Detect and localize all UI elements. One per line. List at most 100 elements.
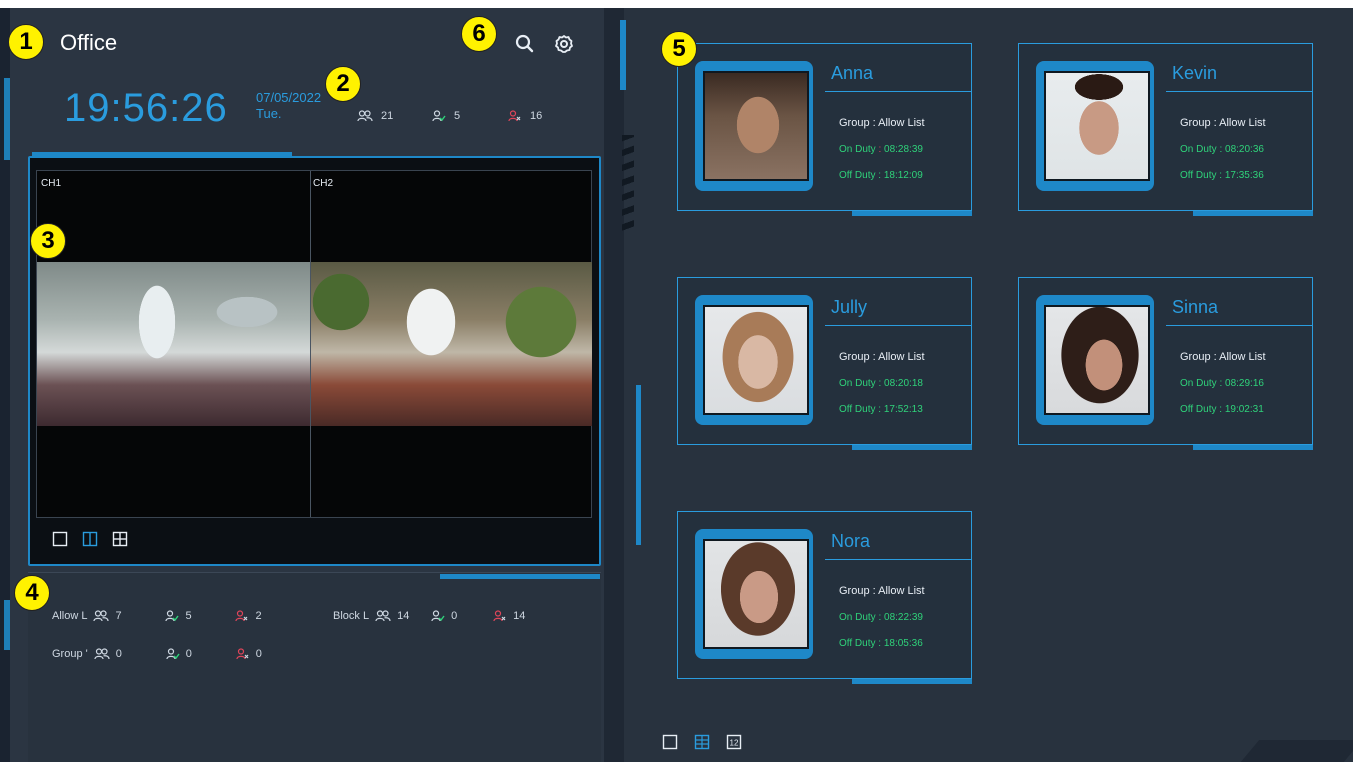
search-icon[interactable] [514, 33, 536, 55]
off-duty-label: Off Duty [839, 404, 876, 415]
channel-label-1: CH1 [41, 178, 62, 189]
off-duty-label: Off Duty [839, 638, 876, 649]
off-duty-time: 19:02:31 [1224, 404, 1264, 415]
person-allow-icon [166, 648, 180, 660]
callout-3: 3 [30, 223, 66, 259]
face-photo [703, 305, 809, 415]
on-duty-time: 08:20:18 [884, 378, 923, 389]
stats-accent [440, 574, 600, 579]
camera-feed-ch2[interactable] [311, 262, 592, 426]
block-list-stats: Block L 14 0 14 [333, 610, 525, 622]
off-duty-label: Off Duty [1180, 170, 1217, 181]
clock: 19:56:26 [64, 86, 228, 130]
person-allow-icon [165, 610, 180, 622]
on-duty: On Duty : 08:22:39 [839, 612, 923, 623]
divider-ticks [622, 135, 634, 235]
on-duty-label: On Duty [839, 612, 876, 623]
callout-1: 1 [8, 24, 44, 60]
block-list-allow: 0 [451, 610, 458, 622]
callout-2: 2 [325, 66, 361, 102]
person-card[interactable]: Jully Group : Allow List On Duty : 08:20… [677, 277, 972, 450]
off-duty: Off Duty : 18:12:09 [839, 170, 923, 181]
divider-accent [620, 20, 626, 90]
group-total: 0 [115, 648, 122, 660]
gear-icon[interactable] [553, 33, 575, 55]
people-icon [357, 110, 373, 122]
on-duty-time: 08:22:39 [884, 612, 923, 623]
off-duty-time: 18:12:09 [883, 170, 923, 181]
twelve-view-icon[interactable]: 12 [726, 734, 742, 750]
date: 07/05/2022 [256, 90, 322, 105]
camera-feed-ch1[interactable] [37, 262, 310, 426]
allow-count: 5 [432, 110, 460, 122]
off-duty: Off Duty : 17:52:13 [839, 404, 923, 415]
off-duty-time: 18:05:36 [883, 638, 923, 649]
person-block-icon [493, 610, 506, 622]
on-duty-time: 08:29:16 [1225, 378, 1264, 389]
person-card[interactable]: Kevin Group : Allow List On Duty : 08:20… [1018, 43, 1313, 216]
weekday: Tue. [256, 106, 282, 121]
corner-accent [1240, 740, 1353, 762]
allow-list-allow: 5 [185, 610, 192, 622]
allow-list-block: 2 [255, 610, 262, 622]
card-accent [1193, 445, 1313, 450]
single-view-icon[interactable] [662, 734, 678, 750]
person-name: Sinna [1172, 297, 1219, 317]
on-duty-time: 08:28:39 [884, 144, 923, 155]
block-count: 16 [508, 110, 542, 122]
allow-count-value: 5 [454, 110, 461, 122]
people-icon [93, 610, 110, 622]
person-name: Kevin [1172, 63, 1218, 83]
card-accent [852, 211, 972, 216]
faces-layout-switcher: 12 [662, 734, 742, 750]
on-duty: On Duty : 08:29:16 [1180, 378, 1264, 389]
list-stats-panel [28, 572, 601, 762]
block-list-label: Block L [333, 610, 370, 622]
callout-6: 6 [461, 16, 497, 52]
off-duty: Off Duty : 18:05:36 [839, 638, 923, 649]
dual-view-icon[interactable] [82, 531, 98, 547]
face-photo [703, 71, 809, 181]
person-block-icon [236, 648, 249, 660]
off-duty-time: 17:35:36 [1224, 170, 1264, 181]
on-duty-label: On Duty [839, 378, 876, 389]
person-group: Group : Allow List [839, 585, 925, 597]
divider-accent [636, 385, 641, 545]
name-underline [1166, 325, 1313, 326]
card-accent [852, 445, 972, 450]
person-group: Group : Allow List [839, 117, 925, 129]
left-edge-accent [4, 600, 10, 650]
twelve-view-label: 12 [730, 739, 739, 748]
channel-label-2: CH2 [313, 178, 334, 189]
group-label: Group ' [52, 648, 88, 660]
group-stats: Group ' 0 0 0 [52, 648, 262, 660]
panel-divider [604, 8, 624, 762]
on-duty-label: On Duty [1180, 378, 1217, 389]
card-accent [1193, 211, 1313, 216]
on-duty-label: On Duty [1180, 144, 1217, 155]
on-duty: On Duty : 08:20:36 [1180, 144, 1264, 155]
people-icon [375, 610, 391, 622]
callout-4: 4 [14, 575, 50, 611]
off-duty-time: 17:52:13 [883, 404, 923, 415]
person-group: Group : Allow List [839, 351, 925, 363]
page-title: Office [60, 30, 118, 55]
single-view-icon[interactable] [52, 531, 68, 547]
person-allow-icon [432, 110, 446, 122]
allow-list-total: 7 [115, 610, 122, 622]
block-count-value: 16 [530, 110, 543, 122]
person-card[interactable]: Nora Group : Allow List On Duty : 08:22:… [677, 511, 972, 684]
name-underline [1166, 91, 1313, 92]
person-block-icon [508, 110, 521, 122]
total-count-value: 21 [381, 110, 394, 122]
card-accent [852, 679, 972, 684]
face-photo [703, 539, 809, 649]
quad-view-icon[interactable] [112, 531, 128, 547]
grid-view-icon[interactable] [694, 734, 710, 750]
name-underline [825, 559, 972, 560]
off-duty-label: Off Duty [1180, 404, 1217, 415]
person-card[interactable]: Anna Group : Allow List On Duty : 08:28:… [677, 43, 972, 216]
person-card[interactable]: Sinna Group : Allow List On Duty : 08:29… [1018, 277, 1313, 450]
person-name: Anna [831, 63, 874, 83]
block-list-block: 14 [513, 610, 526, 622]
